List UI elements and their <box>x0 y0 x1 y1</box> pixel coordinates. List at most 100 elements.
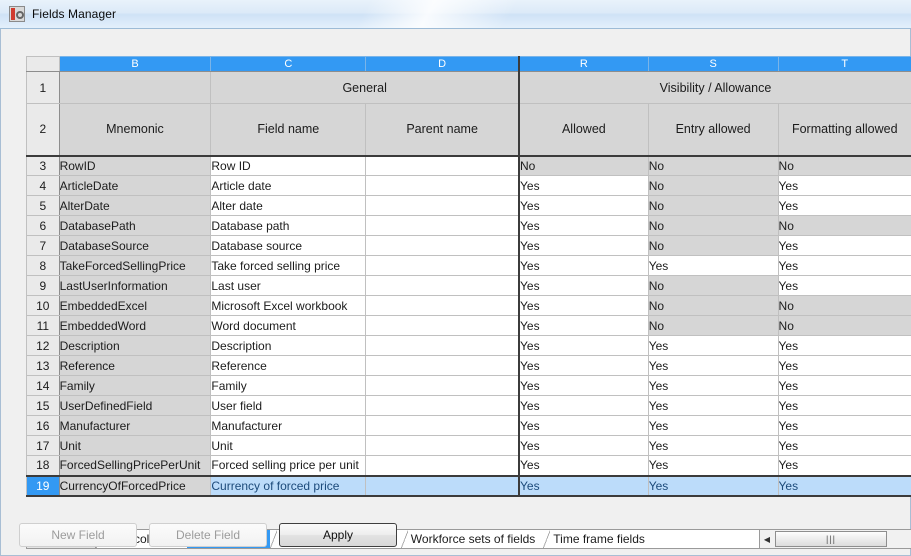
table-row[interactable]: 6 DatabasePath Database path Yes No No <box>26 215 911 236</box>
cell-allowed[interactable]: Yes <box>518 315 649 336</box>
cell-allowed[interactable]: Yes <box>518 195 649 216</box>
cell-formatting-allowed[interactable]: Yes <box>777 175 911 196</box>
cell-field-name[interactable]: Unit <box>210 435 367 456</box>
cell-parent-name[interactable] <box>365 455 521 476</box>
row-header-7[interactable]: 7 <box>26 235 60 256</box>
cell-allowed[interactable]: Yes <box>518 435 649 456</box>
cell-formatting-allowed[interactable]: Yes <box>777 375 911 396</box>
cell-parent-name[interactable] <box>365 235 521 256</box>
cell-B1[interactable] <box>58 71 212 104</box>
cell-mnemonic[interactable]: TakeForcedSellingPrice <box>58 255 212 276</box>
row-header-15[interactable]: 15 <box>26 395 60 416</box>
scrollbar-track[interactable]: ||| <box>774 531 911 547</box>
cell-mnemonic[interactable]: UserDefinedField <box>58 395 212 416</box>
row-header-11[interactable]: 11 <box>26 315 60 336</box>
apply-button[interactable]: Apply <box>279 523 397 547</box>
cell-parent-name[interactable] <box>365 315 521 336</box>
cell-mnemonic[interactable]: LastUserInformation <box>58 275 212 296</box>
cell-field-name[interactable]: Forced selling price per unit <box>210 455 367 476</box>
table-row[interactable]: 4 ArticleDate Article date Yes No Yes <box>26 175 911 196</box>
row-header-6[interactable]: 6 <box>26 215 60 236</box>
row-header-10[interactable]: 10 <box>26 295 60 316</box>
table-row[interactable]: 14 Family Family Yes Yes Yes <box>26 375 911 396</box>
cell-allowed[interactable]: Yes <box>518 335 649 356</box>
table-row[interactable]: 10 EmbeddedExcel Microsoft Excel workbook Y… <box>26 295 911 316</box>
cell-field-name[interactable]: Take forced selling price <box>210 255 367 276</box>
cell-formatting-allowed[interactable]: No <box>777 315 911 336</box>
cell-allowed[interactable]: Yes <box>518 275 649 296</box>
cell-formatting-allowed[interactable]: Yes <box>777 255 911 276</box>
cell-entry-allowed[interactable]: No <box>647 155 779 176</box>
cell-formatting-allowed[interactable]: Yes <box>777 355 911 376</box>
cell-formatting-allowed[interactable]: Yes <box>777 395 911 416</box>
row-header-8[interactable]: 8 <box>26 255 60 276</box>
cell-field-name[interactable]: Manufacturer <box>210 415 367 436</box>
cell-entry-allowed[interactable]: Yes <box>647 455 779 476</box>
subheader-formatting-allowed[interactable]: Formatting allowed <box>777 103 911 157</box>
cell-allowed[interactable]: Yes <box>518 415 649 436</box>
table-row[interactable]: 18 ForcedSellingPricePerUnit Forced sellin… <box>26 455 911 476</box>
cell-allowed[interactable]: Yes <box>518 375 649 396</box>
cell-field-name[interactable]: Last user <box>210 275 367 296</box>
cell-entry-allowed[interactable]: Yes <box>647 255 779 276</box>
row-header-1[interactable]: 1 <box>26 71 60 104</box>
column-header-R[interactable]: R <box>518 56 649 72</box>
scroll-left-icon[interactable]: ◀ <box>760 530 774 548</box>
cell-formatting-allowed[interactable]: No <box>777 295 911 316</box>
cell-allowed[interactable]: Yes <box>518 295 649 316</box>
cell-field-name[interactable]: Family <box>210 375 367 396</box>
column-header-S[interactable]: S <box>647 56 779 72</box>
cell-allowed[interactable]: Yes <box>518 255 649 276</box>
row-header-17[interactable]: 17 <box>26 435 60 456</box>
cell-mnemonic[interactable]: AlterDate <box>58 195 212 216</box>
column-header-D[interactable]: D <box>365 56 521 72</box>
delete-field-button[interactable]: Delete Field <box>149 523 267 547</box>
cell-field-name[interactable]: Database path <box>210 215 367 236</box>
cell-field-name[interactable]: Description <box>210 335 367 356</box>
cell-allowed[interactable]: No <box>518 155 649 176</box>
cell-entry-allowed[interactable]: Yes <box>647 474 779 497</box>
cell-field-name[interactable]: Word document <box>210 315 367 336</box>
column-header-C[interactable]: C <box>210 56 367 72</box>
cell-entry-allowed[interactable]: Yes <box>647 435 779 456</box>
cell-parent-name[interactable] <box>365 195 521 216</box>
cell-formatting-allowed[interactable]: Yes <box>777 195 911 216</box>
group-header-visibility-allowance[interactable]: Visibility / Allowance <box>518 71 911 104</box>
cell-parent-name[interactable] <box>365 335 521 356</box>
table-row[interactable]: 5 AlterDate Alter date Yes No Yes <box>26 195 911 216</box>
cell-field-name[interactable]: Currency of forced price <box>210 474 367 497</box>
cell-mnemonic[interactable]: DatabasePath <box>58 215 212 236</box>
grid-corner-cell[interactable] <box>26 56 60 72</box>
cell-parent-name[interactable] <box>365 215 521 236</box>
cell-allowed[interactable]: Yes <box>518 215 649 236</box>
tab-scrollbar[interactable]: ◀ ||| <box>760 529 911 549</box>
cell-mnemonic[interactable]: Reference <box>58 355 212 376</box>
row-header-19[interactable]: 19 <box>26 474 60 497</box>
cell-parent-name[interactable] <box>365 435 521 456</box>
row-header-3[interactable]: 3 <box>26 155 60 176</box>
cell-parent-name[interactable] <box>365 155 521 176</box>
row-header-2[interactable]: 2 <box>26 103 60 157</box>
table-row[interactable]: 11 EmbeddedWord Word document Yes No No <box>26 315 911 336</box>
cell-formatting-allowed[interactable]: Yes <box>777 235 911 256</box>
cell-entry-allowed[interactable]: No <box>647 315 779 336</box>
subheader-field-name[interactable]: Field name <box>210 103 367 157</box>
fields-grid[interactable]: B C D R S T 1 General Visibility / Allowance 2 Mne… <box>26 56 911 527</box>
scrollbar-thumb[interactable]: ||| <box>775 531 887 547</box>
cell-mnemonic[interactable]: EmbeddedWord <box>58 315 212 336</box>
cell-formatting-allowed[interactable]: Yes <box>777 455 911 476</box>
subheader-parent-name[interactable]: Parent name <box>365 103 521 157</box>
cell-formatting-allowed[interactable]: Yes <box>777 275 911 296</box>
cell-formatting-allowed[interactable]: No <box>777 215 911 236</box>
cell-parent-name[interactable] <box>365 474 521 497</box>
cell-field-name[interactable]: Database source <box>210 235 367 256</box>
cell-entry-allowed[interactable]: No <box>647 235 779 256</box>
cell-field-name[interactable]: Reference <box>210 355 367 376</box>
sheet-tab-workforce-sets-of-fields[interactable]: Workforce sets of fields <box>400 530 544 548</box>
cell-entry-allowed[interactable]: Yes <box>647 415 779 436</box>
cell-allowed[interactable]: Yes <box>518 235 649 256</box>
table-row[interactable]: 13 Reference Reference Yes Yes Yes <box>26 355 911 376</box>
cell-mnemonic[interactable]: DatabaseSource <box>58 235 212 256</box>
row-header-18[interactable]: 18 <box>26 455 60 476</box>
row-header-16[interactable]: 16 <box>26 415 60 436</box>
